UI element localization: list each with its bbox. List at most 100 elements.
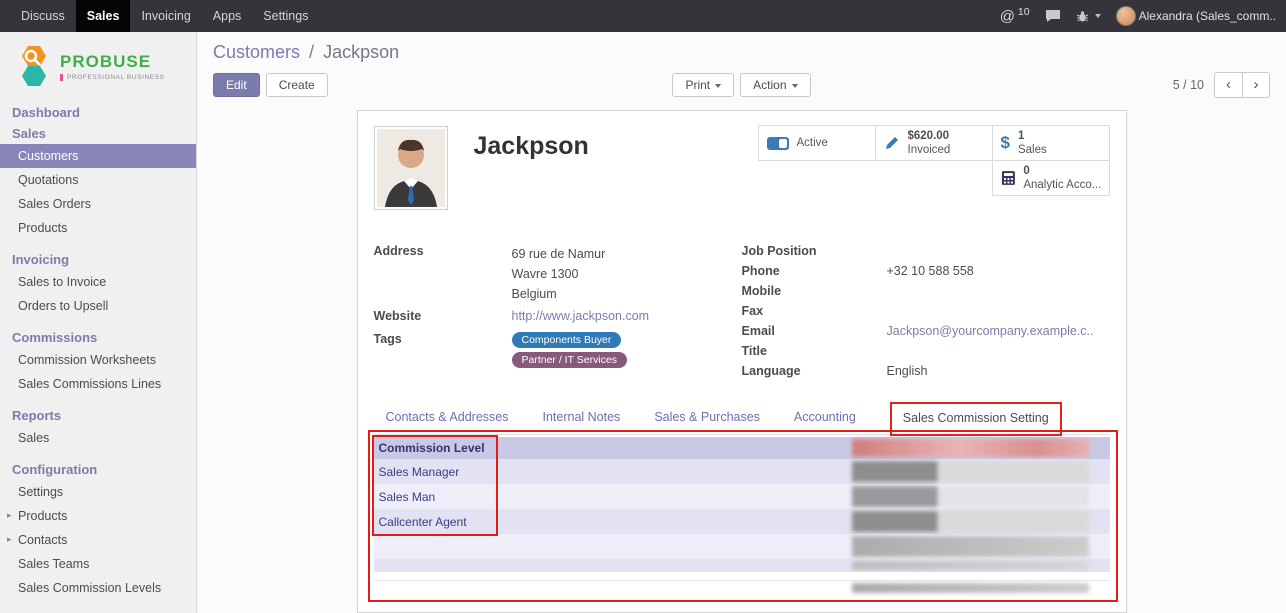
tab-internal-notes[interactable]: Internal Notes	[542, 410, 620, 434]
contact-photo[interactable]	[374, 126, 448, 210]
website-link[interactable]: http://www.jackpson.com	[512, 309, 650, 326]
mentions-button[interactable]: @ 10	[1000, 8, 1030, 25]
sales-count-label: Sales	[1018, 143, 1047, 157]
sidebar-header-reports[interactable]: Reports	[0, 405, 196, 426]
tag-partner-it-services: Partner / IT Services	[512, 352, 628, 368]
address-label: Address	[374, 244, 512, 304]
sidebar-item-quotations[interactable]: Quotations	[0, 168, 196, 192]
commission-level-cell: Sales Man	[374, 490, 496, 504]
menu-discuss[interactable]: Discuss	[10, 0, 76, 32]
email-link[interactable]: Jackpson@yourcompany.example.c..	[887, 324, 1094, 341]
pager-next-button[interactable]: ›	[1242, 72, 1270, 98]
brand-name: PROBUSE	[60, 52, 165, 72]
record-title: Jackpson	[474, 132, 589, 161]
sidebar-item-sales-teams[interactable]: Sales Teams	[0, 552, 196, 576]
tag-components-buyer: Components Buyer	[512, 332, 622, 348]
sidebar-item-products[interactable]: Products	[0, 216, 196, 240]
sidebar-item-sales-commissions-lines[interactable]: Sales Commissions Lines	[0, 372, 196, 396]
field-grid: Address 69 rue de Namur Wavre 1300 Belgi…	[374, 244, 1110, 384]
user-name: Alexandra (Sales_comm..	[1139, 9, 1276, 23]
mobile-label: Mobile	[742, 284, 887, 301]
sidebar-item-orders-to-upsell[interactable]: Orders to Upsell	[0, 294, 196, 318]
sidebar-item-sales-commission-levels[interactable]: Sales Commission Levels	[0, 576, 196, 600]
redacted-value	[852, 536, 1089, 557]
language-label: Language	[742, 364, 887, 381]
expand-arrow-icon: ▸	[7, 510, 12, 521]
action-dropdown[interactable]: Action	[740, 73, 810, 97]
job-position-label: Job Position	[742, 244, 887, 261]
redacted-header-value	[852, 439, 1089, 457]
table-separator	[374, 572, 1110, 581]
tab-sales-commission-setting[interactable]: Sales Commission Setting	[890, 402, 1062, 436]
chevron-down-icon	[1095, 14, 1101, 18]
fax-label: Fax	[742, 304, 887, 321]
edit-button[interactable]: Edit	[213, 73, 260, 97]
address-line-2: Wavre 1300	[512, 264, 606, 284]
tags-label: Tags	[374, 332, 512, 372]
top-navbar: Discuss Sales Invoicing Apps Settings @ …	[0, 0, 1286, 32]
sidebar-item-label: Contacts	[18, 533, 67, 547]
table-row[interactable]: Callcenter Agent	[374, 509, 1110, 534]
print-label: Print	[685, 78, 710, 92]
debug-menu-button[interactable]	[1076, 10, 1101, 23]
sidebar-item-label: Products	[18, 509, 67, 523]
address-line-1: 69 rue de Namur	[512, 244, 606, 264]
chevron-down-icon	[715, 84, 721, 88]
sidebar-item-sales-to-invoice[interactable]: Sales to Invoice	[0, 270, 196, 294]
toggle-icon	[767, 137, 789, 150]
table-row[interactable]: Sales Manager	[374, 459, 1110, 484]
tab-sales-purchases[interactable]: Sales & Purchases	[654, 410, 760, 434]
commission-level-cell: Callcenter Agent	[374, 515, 496, 529]
sidebar-item-settings[interactable]: Settings	[0, 480, 196, 504]
sidebar-header-dashboard[interactable]: Dashboard	[0, 102, 196, 123]
analytic-stat-button[interactable]: 0 Analytic Acco...	[992, 160, 1110, 196]
active-toggle-button[interactable]: Active	[758, 125, 876, 161]
table-row[interactable]	[374, 534, 1110, 559]
messages-button[interactable]	[1045, 9, 1061, 23]
sidebar-header-sales[interactable]: Sales	[0, 123, 196, 144]
table-row[interactable]: Sales Man	[374, 484, 1110, 509]
redacted-value	[852, 486, 1089, 507]
sidebar-header-configuration[interactable]: Configuration	[0, 459, 196, 480]
bug-icon	[1076, 10, 1089, 23]
mention-count: 10	[1018, 6, 1030, 18]
invoiced-stat-button[interactable]: $620.00 Invoiced	[875, 125, 993, 161]
redacted-value	[852, 583, 1089, 593]
sidebar-item-customers[interactable]: Customers	[0, 144, 196, 168]
active-label: Active	[797, 136, 828, 150]
sidebar-header-commissions[interactable]: Commissions	[0, 327, 196, 348]
user-menu[interactable]: Alexandra (Sales_comm..	[1116, 6, 1276, 26]
pager-previous-button[interactable]: ‹	[1214, 72, 1242, 98]
menu-sales[interactable]: Sales	[76, 0, 131, 32]
sales-stat-button[interactable]: $ 1 Sales	[992, 125, 1110, 161]
invoiced-label: Invoiced	[908, 143, 951, 157]
table-row[interactable]	[374, 559, 1110, 572]
sidebar: PROBUSE PROFESSIONAL BUSINESS Dashboard …	[0, 32, 197, 613]
redacted-value	[852, 461, 1089, 482]
user-avatar	[1116, 6, 1136, 26]
sidebar-item-commission-worksheets[interactable]: Commission Worksheets	[0, 348, 196, 372]
sidebar-item-sales-orders[interactable]: Sales Orders	[0, 192, 196, 216]
phone-value: +32 10 588 558	[887, 264, 974, 281]
redacted-value	[852, 561, 1089, 570]
create-button[interactable]: Create	[266, 73, 328, 97]
breadcrumb-customers[interactable]: Customers	[213, 42, 300, 62]
tab-contacts-addresses[interactable]: Contacts & Addresses	[386, 410, 509, 434]
sidebar-header-invoicing[interactable]: Invoicing	[0, 249, 196, 270]
print-dropdown[interactable]: Print	[672, 73, 734, 97]
menu-apps[interactable]: Apps	[202, 0, 253, 32]
commission-table: Commission Level Sales Manager Sales Man…	[374, 437, 1110, 595]
sidebar-item-config-contacts[interactable]: ▸ Contacts	[0, 528, 196, 552]
chat-icon	[1045, 9, 1061, 23]
chevron-down-icon	[792, 84, 798, 88]
tab-accounting[interactable]: Accounting	[794, 410, 856, 434]
action-label: Action	[753, 78, 786, 92]
sidebar-item-config-products[interactable]: ▸ Products	[0, 504, 196, 528]
probuse-logo-icon	[14, 44, 54, 88]
sidebar-item-sales-report[interactable]: Sales	[0, 426, 196, 450]
menu-settings[interactable]: Settings	[252, 0, 319, 32]
dollar-icon: $	[1001, 133, 1010, 153]
analytic-count-value: 0	[1023, 164, 1029, 178]
breadcrumb-separator: /	[309, 42, 314, 62]
menu-invoicing[interactable]: Invoicing	[130, 0, 201, 32]
